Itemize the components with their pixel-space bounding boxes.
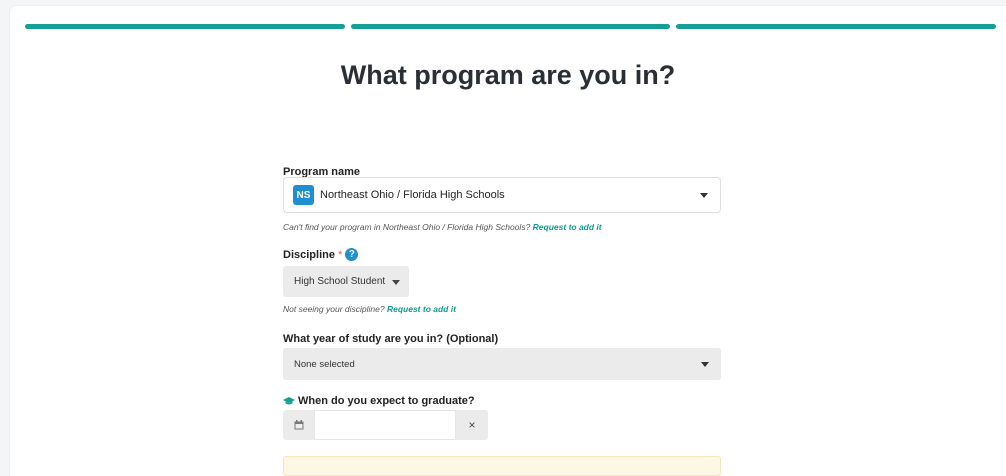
progress-bar (25, 24, 997, 29)
chevron-down-icon (701, 362, 709, 367)
progress-segment-2 (350, 24, 671, 29)
year-value: None selected (294, 358, 355, 370)
calendar-icon (294, 420, 303, 430)
calendar-button[interactable] (283, 410, 314, 440)
program-value: Northeast Ohio / Florida High Schools (320, 189, 505, 201)
clear-date-button[interactable]: × (456, 410, 488, 440)
progress-segment-1 (25, 24, 345, 29)
close-icon: × (468, 418, 476, 432)
graduation-date-input[interactable] (314, 410, 456, 440)
graduation-date-group: × (283, 410, 488, 440)
graduation-cap-icon (283, 396, 295, 404)
discipline-value: High School Student (294, 276, 386, 287)
notice-box (283, 456, 721, 476)
required-marker: * (337, 248, 343, 261)
year-label: What year of study are you in? (Optional… (283, 333, 499, 345)
graduation-label: When do you expect to graduate? (283, 395, 723, 407)
request-program-link[interactable]: Request to add it (533, 222, 602, 232)
program-hint: Can't find your program in Northeast Ohi… (283, 222, 602, 232)
page-title: What program are you in? (340, 60, 676, 90)
progress-segment-3 (676, 24, 997, 29)
program-select[interactable]: NS Northeast Ohio / Florida High Schools (283, 177, 721, 213)
discipline-dropdown[interactable]: High School Student (283, 266, 409, 297)
help-icon[interactable]: ? (345, 248, 359, 261)
program-badge: NS (293, 185, 314, 205)
discipline-hint: Not seeing your discipline? Request to a… (283, 304, 456, 314)
request-discipline-link[interactable]: Request to add it (387, 304, 456, 314)
chevron-down-icon (700, 193, 708, 198)
year-select[interactable]: None selected (283, 348, 721, 380)
chevron-down-icon (392, 279, 400, 285)
discipline-label: Discipline * ? (283, 248, 723, 261)
